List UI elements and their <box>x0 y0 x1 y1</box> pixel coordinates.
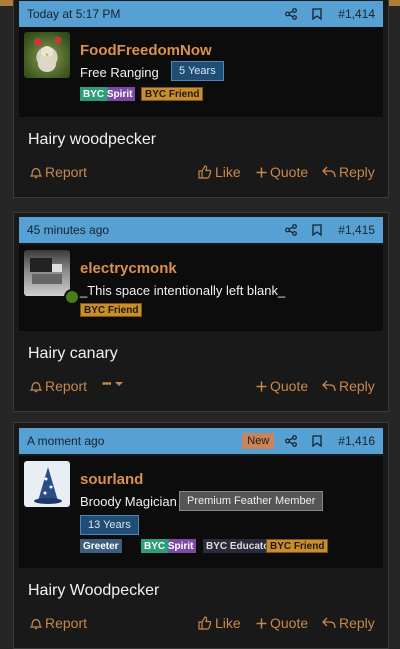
reply-button[interactable]: Reply <box>322 164 375 180</box>
bookmark-icon[interactable] <box>304 8 330 20</box>
user-title: Free Ranging <box>80 65 159 80</box>
report-button[interactable]: Report <box>30 164 87 180</box>
years-badge: 5 Years <box>171 61 224 81</box>
post-date[interactable]: Today at 5:17 PM <box>27 7 278 21</box>
avatar[interactable] <box>24 461 70 507</box>
report-label: Report <box>45 378 88 394</box>
quote-label: Quote <box>270 615 309 631</box>
post-1415: 45 minutes ago #1,415 electrycmonk _This… <box>13 212 389 412</box>
post-actions: Report Like Quote Reply <box>28 164 375 184</box>
badge-byc-friend[interactable]: BYC Friend <box>266 539 329 553</box>
reply-label: Reply <box>339 164 375 180</box>
user-block: electrycmonk _This space intentionally l… <box>19 245 383 331</box>
like-label: Like <box>215 164 241 180</box>
post-1414: Today at 5:17 PM #1,414 FoodFreedomNow F… <box>13 0 389 198</box>
post-number[interactable]: #1,415 <box>338 223 375 237</box>
post-number[interactable]: #1,414 <box>338 7 375 21</box>
bell-icon <box>30 380 42 393</box>
post-date[interactable]: A moment ago <box>27 434 242 448</box>
report-button[interactable]: Report <box>30 615 87 631</box>
user-title: Broody Magician <box>80 494 177 509</box>
report-button[interactable]: Report <box>30 378 87 394</box>
bookmark-icon[interactable] <box>304 435 330 447</box>
share-icon[interactable] <box>278 224 304 236</box>
reply-icon <box>322 380 336 392</box>
post-date[interactable]: 45 minutes ago <box>27 223 278 237</box>
reply-icon <box>322 166 336 178</box>
more-label: ••• <box>102 378 112 390</box>
report-label: Report <box>45 164 88 180</box>
post-content: Hairy woodpecker <box>28 131 157 148</box>
years-badge: 13 Years <box>80 515 139 535</box>
member-level-badge: Premium Feather Member <box>179 491 324 511</box>
like-label: Like <box>215 615 241 631</box>
user-block: FoodFreedomNow Free Ranging 5 Years BYC … <box>19 27 383 117</box>
avatar[interactable] <box>24 32 70 78</box>
username[interactable]: sourland <box>80 471 143 488</box>
online-indicator <box>64 289 80 305</box>
like-button[interactable]: Like <box>198 164 241 180</box>
badge-byc-spirit[interactable]: BYC Spirit <box>141 539 197 553</box>
thumbs-up-icon <box>198 165 212 179</box>
bookmark-icon[interactable] <box>304 224 330 236</box>
plus-icon <box>256 167 267 178</box>
bell-icon <box>30 617 42 630</box>
quote-button[interactable]: Quote <box>256 615 308 631</box>
bell-icon <box>30 166 42 179</box>
plus-icon <box>256 618 267 629</box>
username[interactable]: FoodFreedomNow <box>80 42 212 59</box>
reply-label: Reply <box>339 615 375 631</box>
badge-byc-spirit[interactable]: BYC Spirit <box>80 87 136 101</box>
plus-icon <box>256 381 267 392</box>
reply-label: Reply <box>339 378 375 394</box>
quote-button[interactable]: Quote <box>256 164 308 180</box>
post-content: Hairy canary <box>28 345 118 362</box>
like-button[interactable]: Like <box>198 615 241 631</box>
new-badge: New <box>242 433 275 449</box>
user-block: sourland Broody Magician Premium Feather… <box>19 456 383 568</box>
post-actions: Report Like Quote Reply <box>28 615 375 635</box>
quote-button[interactable]: Quote <box>256 378 308 394</box>
reply-icon <box>322 617 336 629</box>
post-1416: A moment ago New #1,416 sourland Broody … <box>13 422 389 649</box>
badge-byc-friend[interactable]: BYC Friend <box>80 303 143 317</box>
quote-label: Quote <box>270 164 309 180</box>
more-options-button[interactable]: ••• <box>102 378 124 390</box>
avatar[interactable] <box>24 250 70 296</box>
post-header: A moment ago New #1,416 <box>19 428 383 454</box>
reply-button[interactable]: Reply <box>322 615 375 631</box>
share-icon[interactable] <box>278 435 304 447</box>
quote-label: Quote <box>270 378 309 394</box>
post-actions: Report ••• Quote Reply <box>28 378 375 398</box>
share-icon[interactable] <box>278 8 304 20</box>
badge-byc-friend[interactable]: BYC Friend <box>141 87 204 101</box>
report-label: Report <box>45 615 88 631</box>
post-header: 45 minutes ago #1,415 <box>19 217 383 243</box>
user-title: _This space intentionally left blank_ <box>80 283 286 298</box>
post-header: Today at 5:17 PM #1,414 <box>19 1 383 27</box>
reply-button[interactable]: Reply <box>322 378 375 394</box>
badge-greeter[interactable]: Greeter <box>80 539 122 553</box>
chevron-down-icon <box>114 380 124 388</box>
username[interactable]: electrycmonk <box>80 260 177 277</box>
thumbs-up-icon <box>198 616 212 630</box>
post-number[interactable]: #1,416 <box>338 434 375 448</box>
post-content: Hairy Woodpecker <box>28 582 160 599</box>
